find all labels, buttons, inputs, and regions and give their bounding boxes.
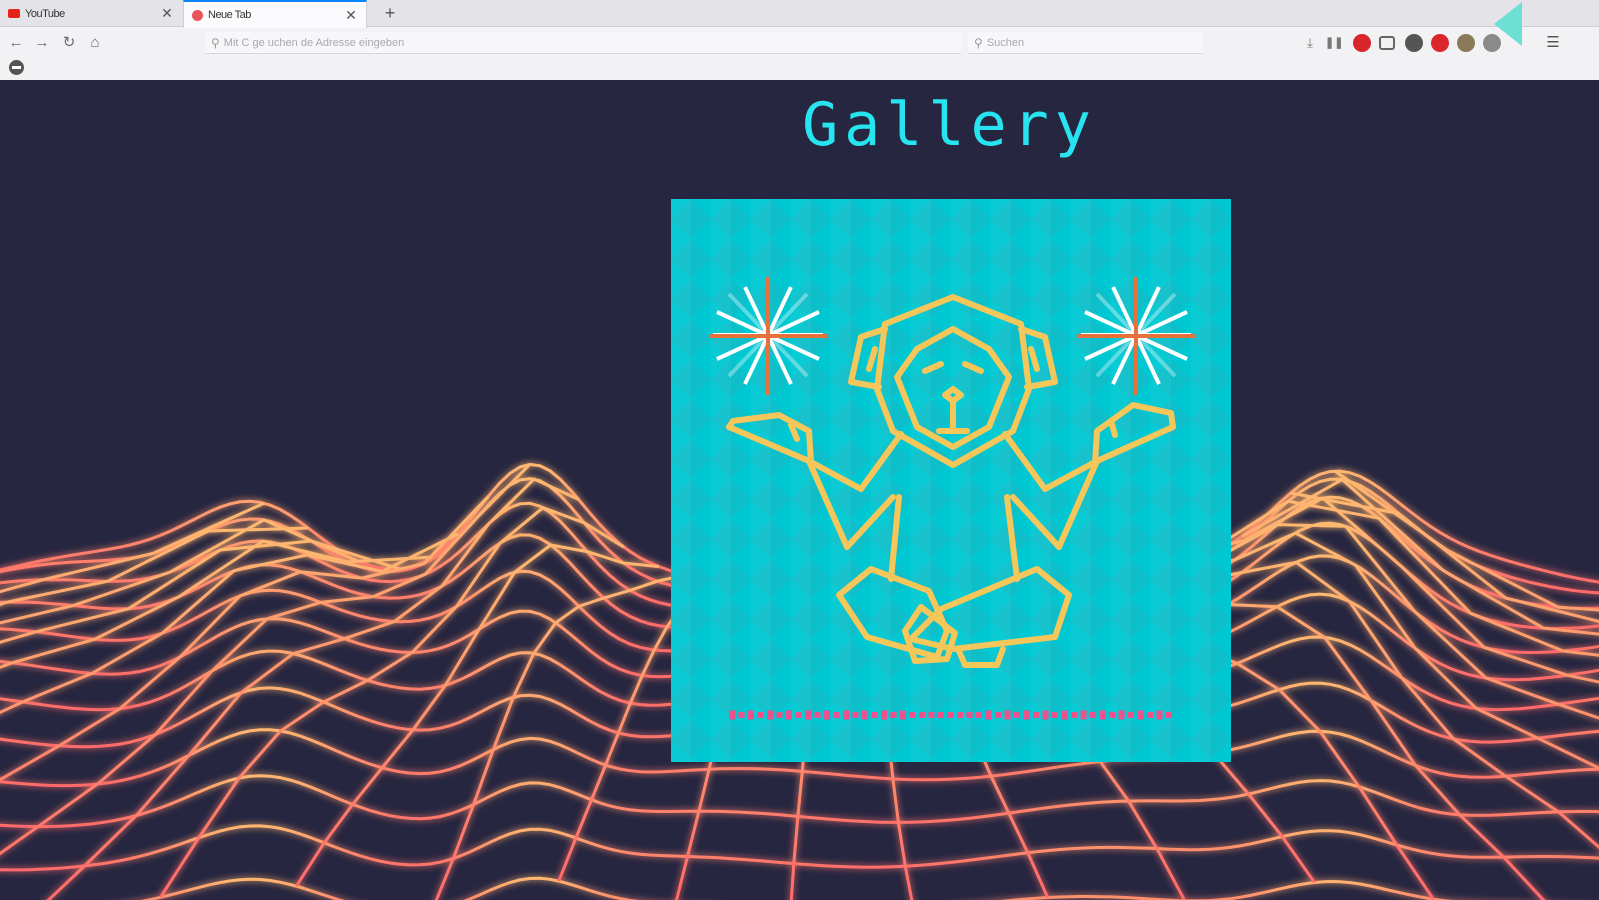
firefox-favicon-icon bbox=[192, 9, 203, 21]
ground-dot bbox=[1052, 712, 1058, 718]
ground-dot bbox=[814, 712, 821, 718]
ground-dot bbox=[776, 712, 783, 718]
ground-dot bbox=[852, 712, 859, 718]
block-icon[interactable] bbox=[1431, 34, 1449, 52]
ground-dot bbox=[862, 710, 868, 720]
ground-dot bbox=[805, 710, 811, 720]
tab-title: Neue Tab bbox=[208, 9, 251, 21]
pause-icon[interactable]: ❚❚ bbox=[1325, 34, 1343, 52]
ground-dot bbox=[1014, 712, 1020, 718]
ground-dot bbox=[900, 710, 906, 720]
forward-icon[interactable]: → bbox=[32, 33, 52, 53]
ground-dot bbox=[995, 712, 1001, 718]
home-icon[interactable]: ⌂ bbox=[85, 33, 105, 53]
artwork-background bbox=[671, 199, 1231, 762]
ground-dot bbox=[976, 712, 982, 718]
ground-dot bbox=[1071, 712, 1077, 718]
grid-column-line bbox=[1334, 469, 1599, 612]
bookmarks-bar bbox=[0, 58, 1599, 78]
ground-dot bbox=[757, 712, 764, 718]
ground-dot bbox=[1109, 712, 1115, 718]
back-triangle-icon[interactable] bbox=[1494, 2, 1522, 46]
tab-youtube[interactable]: YouTube ✕ bbox=[0, 0, 182, 27]
ground-dot bbox=[1156, 710, 1163, 720]
ground-dot bbox=[1166, 712, 1172, 718]
youtube-favicon-icon bbox=[8, 9, 20, 18]
tab-strip: YouTube ✕ Neue Tab ✕ + bbox=[0, 0, 1599, 28]
ground-dot bbox=[985, 710, 992, 720]
search-icon: ⚲ bbox=[974, 35, 983, 50]
ground-dot bbox=[1128, 712, 1134, 718]
reader-icon[interactable] bbox=[1379, 36, 1395, 50]
grid-row-line bbox=[0, 824, 1599, 872]
grid-column-line bbox=[0, 526, 309, 607]
url-input[interactable] bbox=[223, 36, 961, 49]
ground-dot bbox=[767, 710, 773, 720]
ground-dot bbox=[1004, 710, 1011, 720]
extension-brown-icon[interactable] bbox=[1457, 34, 1475, 52]
blocker-icon[interactable] bbox=[9, 60, 24, 75]
ground-dot bbox=[729, 710, 735, 720]
menu-icon[interactable]: ☰ bbox=[1544, 34, 1562, 52]
ground-dot bbox=[786, 710, 792, 720]
reload-icon[interactable]: ↻ bbox=[59, 33, 79, 53]
grid-column-line bbox=[0, 501, 265, 594]
grid-column-line bbox=[0, 539, 401, 644]
close-icon[interactable]: ✕ bbox=[160, 5, 174, 22]
extension-red-icon[interactable] bbox=[1353, 34, 1371, 52]
ground-dot bbox=[966, 712, 973, 718]
ground-dot bbox=[1042, 710, 1049, 720]
page-content: Gallery bbox=[0, 80, 1599, 900]
ground-dot bbox=[871, 712, 878, 718]
navigation-bar: ← → ↻ ⌂ ⚲ ⚲ ⤓ ❚❚ ☰ bbox=[0, 28, 1599, 58]
ground-dot bbox=[1090, 712, 1096, 718]
ground-dot bbox=[833, 712, 840, 718]
extension-dark-icon[interactable] bbox=[1405, 34, 1423, 52]
ground-dot bbox=[938, 712, 944, 718]
ground-dot bbox=[909, 712, 916, 718]
ground-dot bbox=[947, 712, 954, 718]
ground-dot bbox=[1099, 710, 1106, 720]
search-input[interactable] bbox=[986, 36, 1203, 49]
ground-dot bbox=[1061, 710, 1068, 720]
close-icon[interactable]: ✕ bbox=[344, 7, 358, 24]
meditating-monkey-illustration[interactable] bbox=[671, 199, 1231, 762]
ground-dot bbox=[1137, 710, 1144, 720]
grid-row-line bbox=[140, 876, 1454, 900]
ground-dot bbox=[919, 712, 925, 718]
ground-dot bbox=[1033, 712, 1039, 718]
ground-dot bbox=[881, 710, 887, 720]
ground-dot bbox=[1118, 710, 1125, 720]
ground-dot bbox=[1080, 710, 1087, 720]
ground-dot bbox=[957, 712, 963, 718]
ground-dot bbox=[1147, 712, 1153, 718]
download-icon[interactable]: ⤓ bbox=[1301, 34, 1319, 52]
tab-neue-tab[interactable]: Neue Tab ✕ bbox=[183, 0, 367, 28]
ground-dot bbox=[890, 712, 897, 718]
tab-title: YouTube bbox=[25, 7, 65, 20]
page-title: Gallery bbox=[802, 90, 1097, 160]
back-icon[interactable]: ← bbox=[6, 33, 26, 53]
new-tab-button[interactable]: + bbox=[380, 3, 400, 24]
ground-dot bbox=[738, 712, 745, 718]
url-bar[interactable]: ⚲ bbox=[205, 32, 961, 54]
ground-dot bbox=[795, 712, 802, 718]
ground-dot bbox=[1023, 710, 1030, 720]
search-bar[interactable]: ⚲ bbox=[968, 32, 1203, 54]
ground-dot bbox=[843, 710, 849, 720]
search-icon: ⚲ bbox=[211, 35, 220, 50]
browser-chrome: YouTube ✕ Neue Tab ✕ + ← → ↻ ⌂ ⚲ ⚲ ⤓ ❚❚ … bbox=[0, 0, 1599, 80]
ground-dot bbox=[928, 712, 935, 718]
ground-dot bbox=[824, 710, 830, 720]
ground-dot bbox=[748, 710, 754, 720]
